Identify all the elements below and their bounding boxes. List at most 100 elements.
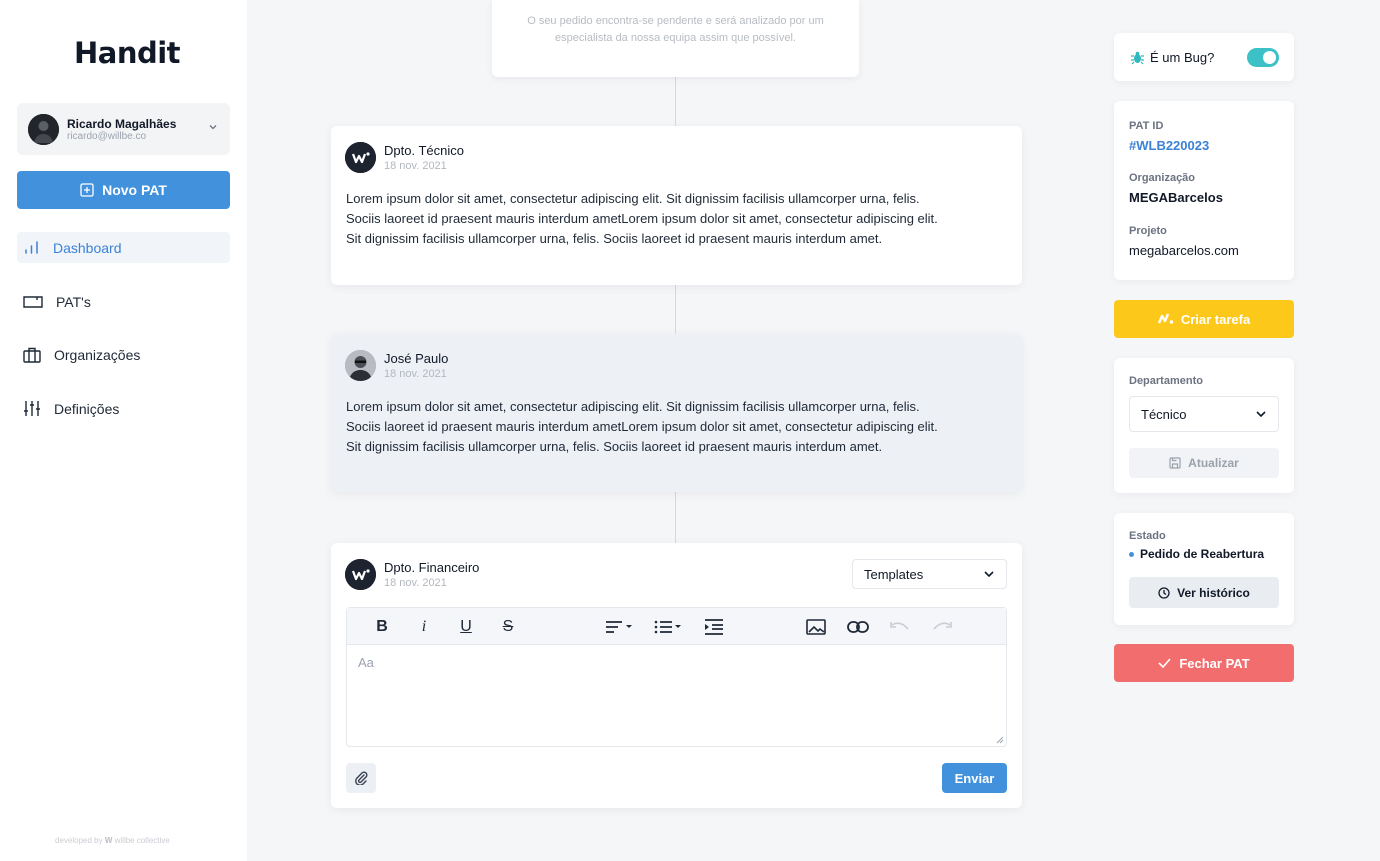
sidebar-item-organizacoes[interactable]: Organizações	[17, 339, 230, 370]
sidebar-item-label: Dashboard	[53, 239, 122, 256]
willbe-logo-icon: W	[104, 836, 113, 845]
editor-toolbar: B i U S	[347, 608, 1006, 645]
footer-brand: willbe collective	[114, 836, 170, 845]
user-avatar	[345, 350, 376, 381]
message-date: 18 nov. 2021	[384, 160, 447, 172]
create-task-button[interactable]: Criar tarefa	[1114, 300, 1294, 338]
update-label: Atualizar	[1188, 456, 1239, 470]
templates-label: Templates	[864, 566, 924, 582]
pat-id-label: PAT ID	[1129, 120, 1164, 132]
sidebar-item-definicoes[interactable]: Definições	[17, 393, 230, 424]
message-author: José Paulo	[384, 351, 449, 366]
state-label: Estado	[1129, 530, 1166, 542]
message-body: Lorem ipsum dolor sit amet, consectetur …	[346, 191, 938, 246]
project-label: Projeto	[1129, 225, 1167, 237]
history-button[interactable]: Ver histórico	[1129, 577, 1279, 608]
save-icon	[1169, 457, 1181, 469]
sidebar: Handit Ricardo Magalhães ricardo@willbe.…	[0, 0, 247, 861]
new-pat-label: Novo PAT	[102, 182, 167, 198]
sliders-icon	[24, 401, 40, 416]
update-button[interactable]: Atualizar	[1129, 448, 1279, 478]
link-icon[interactable]	[847, 617, 869, 637]
undo-icon[interactable]	[889, 617, 911, 637]
app-logo[interactable]: Handit	[74, 36, 181, 70]
send-button[interactable]: Enviar	[942, 763, 1007, 793]
bug-icon	[1131, 51, 1144, 65]
department-select[interactable]: Técnico	[1129, 396, 1279, 432]
plus-square-icon	[80, 183, 94, 197]
bold-icon[interactable]: B	[372, 617, 392, 637]
organization-value: MEGABarcelos	[1129, 190, 1223, 205]
bug-label: É um Bug?	[1150, 50, 1215, 65]
chevron-down-icon	[1256, 411, 1266, 418]
timeline-connector	[675, 285, 676, 334]
redo-icon[interactable]	[931, 617, 953, 637]
align-dropdown-icon[interactable]	[604, 617, 636, 637]
resize-handle-icon[interactable]	[996, 736, 1004, 744]
editor-placeholder: Aa	[358, 655, 374, 670]
templates-select[interactable]: Templates	[852, 559, 1007, 589]
task-brand-icon	[1157, 313, 1174, 324]
history-label: Ver histórico	[1177, 585, 1250, 600]
timeline-connector	[675, 77, 676, 126]
close-pat-label: Fechar PAT	[1179, 655, 1250, 671]
clock-icon	[1158, 586, 1170, 599]
strikethrough-icon[interactable]: S	[498, 617, 518, 637]
message-author: Dpto. Técnico	[384, 143, 464, 158]
message-card: José Paulo 18 nov. 2021 Lorem ipsum dolo…	[331, 334, 1022, 492]
composer-date: 18 nov. 2021	[384, 577, 447, 589]
composer-author: Dpto. Financeiro	[384, 560, 480, 575]
project-value: megabarcelos.com	[1129, 243, 1239, 258]
create-task-label: Criar tarefa	[1180, 311, 1251, 327]
indent-icon[interactable]	[703, 617, 725, 637]
bug-label-group: É um Bug?	[1130, 50, 1214, 65]
pending-notice: O seu pedido encontra-se pendente e será…	[492, 0, 859, 77]
user-name: Ricardo Magalhães	[67, 117, 177, 131]
sidebar-item-label: Organizações	[54, 346, 141, 363]
department-avatar	[345, 142, 376, 173]
list-dropdown-icon[interactable]	[653, 617, 685, 637]
state-card: Estado Pedido de Reabertura Ver históric…	[1114, 513, 1294, 625]
user-email: ricardo@willbe.co	[67, 131, 147, 142]
footer-prefix: developed by	[55, 836, 103, 845]
message-body: Lorem ipsum dolor sit amet, consectetur …	[346, 399, 938, 454]
message-date: 18 nov. 2021	[384, 368, 447, 380]
underline-icon[interactable]: U	[456, 617, 476, 637]
bug-toggle[interactable]	[1247, 48, 1279, 67]
status-dot	[1129, 551, 1134, 557]
briefcase-icon	[23, 347, 41, 363]
close-pat-button[interactable]: Fechar PAT	[1114, 644, 1294, 682]
rich-text-editor[interactable]: B i U S Aa	[346, 607, 1007, 747]
state-value: Pedido de Reabertura	[1140, 547, 1265, 561]
bug-card: É um Bug?	[1114, 33, 1294, 81]
footer-credit: developed by W willbe collective	[55, 836, 170, 845]
message-card: Dpto. Técnico 18 nov. 2021 Lorem ipsum d…	[331, 126, 1022, 285]
chevron-down-icon	[209, 125, 217, 130]
sidebar-item-pats[interactable]: PAT's	[17, 286, 230, 317]
department-card: Departamento Técnico Atualizar	[1114, 358, 1294, 493]
sidebar-item-label: Definições	[54, 400, 120, 417]
department-avatar	[345, 559, 376, 590]
sidebar-item-label: PAT's	[56, 293, 91, 310]
organization-label: Organização	[1129, 172, 1196, 184]
pat-id-value[interactable]: #WLB220023	[1129, 138, 1209, 153]
ticket-icon	[23, 295, 43, 308]
state-value-group: Pedido de Reabertura	[1129, 547, 1264, 561]
user-menu[interactable]: Ricardo Magalhães ricardo@willbe.co	[17, 103, 230, 155]
italic-icon[interactable]: i	[414, 617, 434, 637]
department-label: Departamento	[1129, 375, 1203, 387]
sidebar-item-dashboard[interactable]: Dashboard	[17, 232, 230, 263]
check-icon	[1158, 658, 1171, 668]
attach-button[interactable]	[346, 763, 376, 793]
department-value: Técnico	[1141, 406, 1187, 422]
reply-composer: Dpto. Financeiro 18 nov. 2021 Templates …	[331, 543, 1022, 808]
new-pat-button[interactable]: Novo PAT	[17, 171, 230, 209]
user-avatar	[28, 114, 59, 145]
chevron-down-icon	[984, 571, 994, 578]
image-icon[interactable]	[805, 617, 827, 637]
bar-chart-icon	[25, 241, 38, 254]
paperclip-icon	[355, 771, 368, 785]
pat-info-card: PAT ID #WLB220023 Organização MEGABarcel…	[1114, 101, 1294, 280]
pending-text: O seu pedido encontra-se pendente e será…	[527, 15, 824, 44]
toggle-knob	[1263, 51, 1276, 64]
